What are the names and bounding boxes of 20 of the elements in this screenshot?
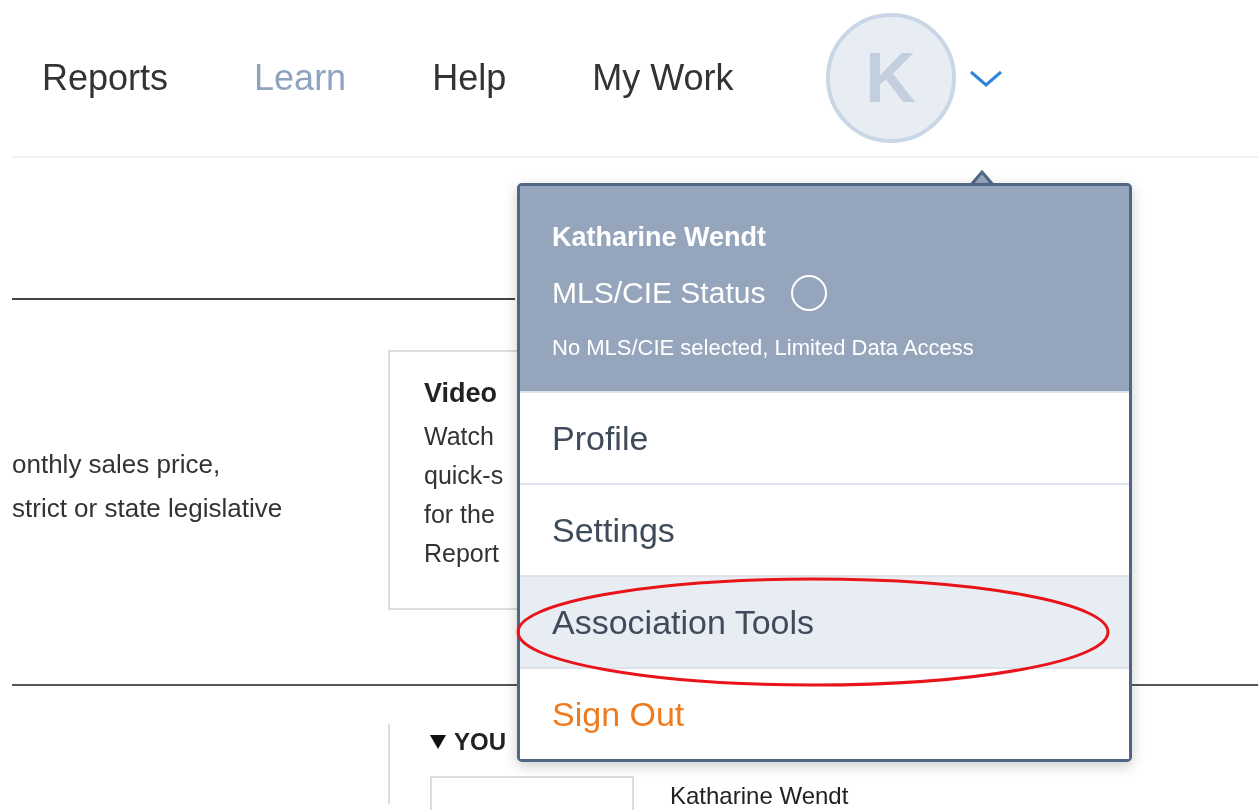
card-text: Watch (424, 421, 494, 452)
section-toggle[interactable]: YOU (430, 728, 506, 756)
input-field[interactable] (430, 776, 634, 810)
card-text: for the (424, 499, 495, 530)
user-name: Katharine Wendt (552, 222, 768, 253)
card-title: Video (424, 378, 499, 409)
status-label: MLS/CIE Status (552, 276, 766, 310)
menu-item[interactable]: Association Tools (520, 575, 1129, 667)
intro-text: strict or state legislative (12, 492, 284, 525)
nav-link[interactable]: My Work (592, 57, 734, 99)
menu-item[interactable]: Profile (520, 391, 1129, 483)
menu-item[interactable]: Settings (520, 483, 1129, 575)
card-text: Report (424, 538, 500, 569)
status-note: No MLS/CIE selected, Limited Data Access (552, 335, 975, 361)
nav-link[interactable]: Reports (42, 57, 169, 99)
card-text: quick-s (424, 460, 504, 491)
intro-text: onthly sales price, (12, 448, 222, 481)
chevron-down-icon[interactable] (967, 68, 1004, 88)
user-name: Katharine Wendt (670, 782, 849, 810)
nav-link[interactable]: Help (432, 57, 507, 99)
